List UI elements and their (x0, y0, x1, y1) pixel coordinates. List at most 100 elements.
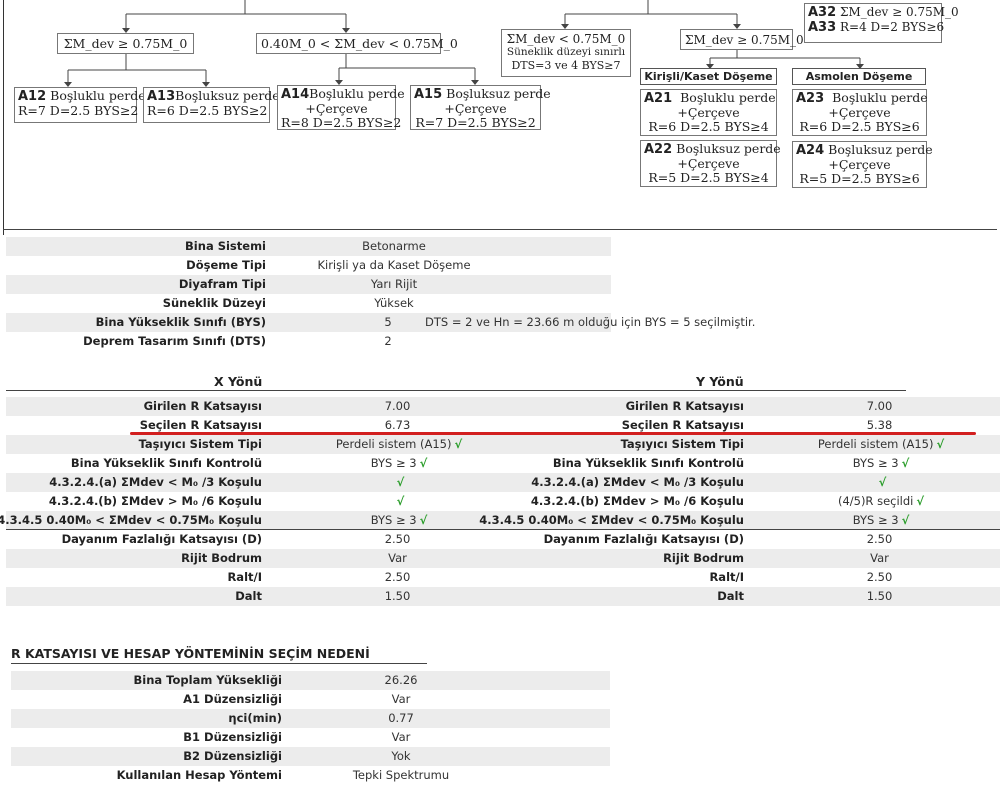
leaf-a15: A15 Boşluksuz perde +Çerçeve R=7 D=2.5 B… (410, 85, 551, 130)
table-row: Ralt/I 2.50 Ralt/I 2.50 (6, 568, 1000, 587)
table-row: B2 Düzensizliği Yok (11, 747, 610, 766)
condition-note: Süneklik düzeyi sınırlı (506, 46, 626, 58)
y-direction-header: Y Yönü (696, 374, 744, 389)
condition-text: ΣM_dev < 0.75M_0 (506, 32, 626, 46)
y-value-text: BYS ≥ 3 (852, 513, 899, 527)
leaf-name: Boşluklu perde (832, 90, 928, 105)
table-row: B1 Düzensizliği Var (11, 728, 610, 747)
leaf-code: A22 (644, 142, 673, 157)
leaf-a22: A22 Boşluksuz perde +Çerçeve R=5 D=2.5 B… (640, 140, 781, 187)
x-value-text: BYS ≥ 3 (370, 513, 417, 527)
table-row: Girilen R Katsayısı 7.00 Girilen R Katsayı… (6, 397, 1000, 416)
leaf-line2: +Çerçeve (305, 101, 368, 116)
table-row: Diyafram Tipi Yarı Rijit (6, 275, 611, 294)
y-row-label: Girilen R Katsayısı (625, 399, 744, 413)
y-value-text: 2.50 (866, 570, 893, 584)
leaf-name: Boşluksuz perde (446, 86, 551, 101)
leaf-line2: +Çerçeve (677, 105, 740, 120)
category-kirisli-kaset: Kirişli/Kaset Döşeme (640, 68, 777, 85)
row-value: 0.77 (388, 711, 414, 725)
y-value-text: Perdeli sistem (A15) (817, 437, 934, 451)
leaf-params: R=7 D=2.5 BYS≥2 (415, 115, 536, 130)
table-row: Dalt 1.50 Dalt 1.50 (6, 587, 1000, 606)
table-row: A1 Düzensizliği Var (11, 690, 610, 709)
y-check-icon: √ (901, 513, 910, 527)
condition-mdev-ge-075-left: ΣM_dev ≥ 0.75M_0 (57, 33, 194, 54)
leaf-params: R=6 D=2.5 BYS≥6 (799, 119, 920, 134)
x-row-label: Taşıyıcı Sistem Tipi (138, 437, 262, 451)
table-row: 4.3.2.4.(b) ΣMdev > M₀ /6 Koşulu √ 4.3.2.4… (6, 492, 1000, 511)
x-value-text: 1.50 (384, 589, 411, 603)
x-row-label: Dayanım Fazlalığı Katsayısı (D) (61, 532, 262, 546)
y-row-value: (4/5)R seçildi √ (786, 492, 976, 511)
row-value: 5 (384, 315, 392, 329)
y-row-value: 2.50 (786, 530, 976, 549)
leaf-code: A15 (414, 87, 443, 102)
leaf-name: Boşluklu perde (309, 86, 405, 101)
leaf-a14: A14Boşluklu perde +Çerçeve R=8 D=2.5 BYS… (277, 85, 405, 130)
y-row-value: 2.50 (786, 568, 976, 587)
x-row-value: √ (306, 492, 492, 511)
table-row: Deprem Tasarım Sınıfı (DTS) 2 (6, 332, 611, 351)
row-value: 26.26 (384, 673, 418, 687)
x-row-value: 2.50 (306, 530, 492, 549)
leaf-a32-a33: A32 ΣM_dev ≥ 0.75M_0 A33 R=4 D=2 BYS≥6 (804, 3, 959, 43)
y-row-label: 4.3.2.4.(b) ΣMdev > M₀ /6 Koşulu (530, 494, 744, 508)
y-row-label: 4.3.2.4.(a) ΣMdev < M₀ /3 Koşulu (531, 475, 744, 489)
x-value-text: 6.73 (384, 418, 411, 432)
table-row: Bina Sistemi Betonarme (6, 237, 611, 256)
leaf-params: R=8 D=2.5 BYS≥2 (281, 115, 402, 130)
leaf-code: A33 (808, 20, 837, 35)
leaf-params: R=6 D=2.5 BYS≥4 (648, 119, 769, 134)
x-check-icon: √ (454, 437, 463, 451)
leaf-code: A13 (147, 89, 176, 104)
leaf-a12: A12 Boşluklu perde R=7 D=2.5 BYS≥2 (14, 87, 146, 123)
table-row: ηci(min) 0.77 (11, 709, 610, 728)
condition-note: DTS=3 ve 4 BYS≥7 (511, 59, 621, 72)
row-value: Var (391, 730, 411, 744)
row-value: Kirişli ya da Kaset Döşeme (317, 258, 471, 272)
table-row: Süneklik Düzeyi Yüksek (6, 294, 611, 313)
table-row: Döşeme Tipi Kirişli ya da Kaset Döşeme (6, 256, 611, 275)
x-row-value: BYS ≥ 3 √ (306, 511, 492, 530)
direction-header-divider (6, 390, 906, 391)
x-row-label: Ralt/I (227, 570, 262, 584)
row-value: 2 (384, 334, 392, 348)
y-value-text: 1.50 (866, 589, 893, 603)
row-label: Bina Toplam Yüksekliği (133, 673, 282, 687)
y-value-text: BYS ≥ 3 (852, 456, 899, 470)
row-label: Diyafram Tipi (178, 277, 266, 291)
table-row: 4.3.4.5 0.40M₀ < ΣMdev < 0.75M₀ Koşulu BY… (0, 511, 1000, 530)
y-check-icon: √ (878, 475, 887, 489)
row-value: Var (391, 692, 411, 706)
y-row-value: Var (786, 549, 976, 568)
direction-table-divider (6, 529, 1000, 530)
row-label: Kullanılan Hesap Yöntemi (116, 768, 282, 782)
row-value: Tepki Spektrumu (352, 768, 450, 782)
x-check-icon: √ (419, 456, 428, 470)
y-row-value: BYS ≥ 3 √ (786, 454, 976, 473)
x-value-text: Perdeli sistem (A15) (335, 437, 452, 451)
row-label: Süneklik Düzeyi (162, 296, 266, 310)
x-row-label: 4.3.2.4.(b) ΣMdev > M₀ /6 Koşulu (48, 494, 262, 508)
x-row-label: Girilen R Katsayısı (143, 399, 262, 413)
leaf-name: Boşluksuz perde (676, 141, 781, 156)
leaf-code: A12 (18, 89, 47, 104)
leaf-params: R=6 D=2.5 BYS≥2 (147, 103, 268, 118)
table-row: Bina Toplam Yüksekliği 26.26 (11, 671, 610, 690)
table-row: Bina Yükseklik Sınıfı Kontrolü BYS ≥ 3 √ Bi… (6, 454, 1000, 473)
leaf-code: A21 (644, 91, 673, 106)
y-row-value: 7.00 (786, 397, 976, 416)
condition-text: ΣM_dev ≥ 0.75M_0 (63, 36, 188, 51)
leaf-params: R=4 D=2 BYS≥6 (839, 20, 945, 34)
row-label: A1 Düzensizliği (183, 692, 282, 706)
y-value-text: 2.50 (866, 532, 893, 546)
condition-mdev-ge-075-right: ΣM_dev ≥ 0.75M_0 (680, 29, 804, 50)
selected-r-highlight (130, 432, 976, 435)
y-value-text: 5.38 (866, 418, 893, 432)
leaf-params: R=5 D=2.5 BYS≥4 (648, 170, 769, 185)
y-value-text: 7.00 (866, 399, 893, 413)
x-value-text: 2.50 (384, 532, 411, 546)
y-row-label: Rijit Bodrum (663, 551, 744, 565)
y-check-icon: √ (901, 456, 910, 470)
